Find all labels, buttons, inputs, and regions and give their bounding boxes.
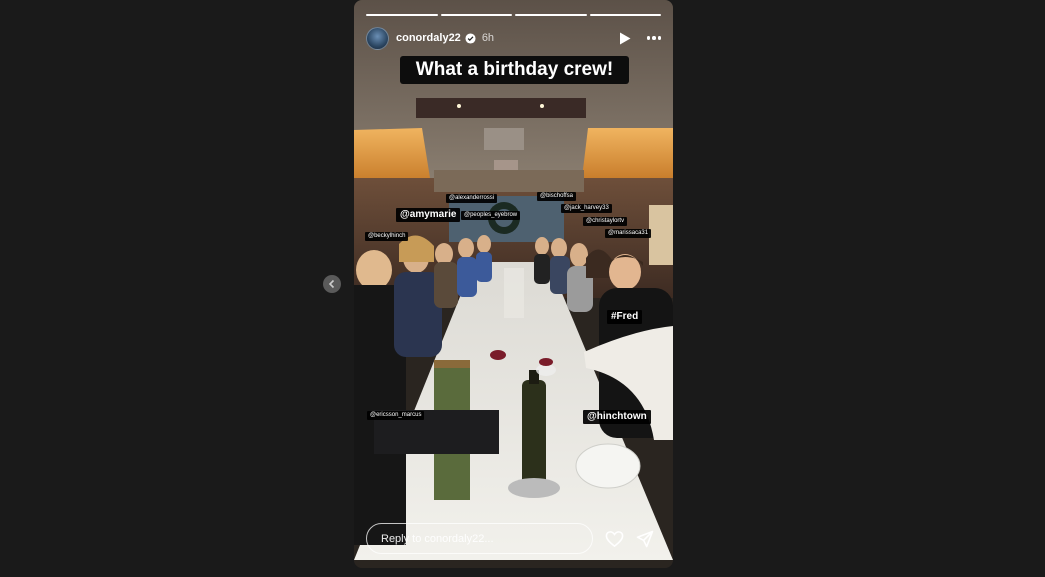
- reply-bar: Reply to conordaly22...: [366, 522, 661, 555]
- avatar[interactable]: [366, 26, 389, 50]
- post-time: 6h: [481, 32, 495, 44]
- more-options-icon[interactable]: [646, 36, 661, 40]
- progress-segment: [440, 14, 512, 16]
- username-link[interactable]: conordaly22: [396, 32, 461, 44]
- verified-badge-icon: [465, 32, 476, 44]
- mention-tag[interactable]: @beckylhinch: [365, 232, 409, 241]
- mention-tag[interactable]: @bischoffsa: [537, 192, 576, 201]
- play-button[interactable]: [619, 32, 631, 45]
- hashtag-tag[interactable]: #Fred: [607, 310, 643, 324]
- heart-icon[interactable]: [605, 530, 624, 548]
- mention-tag[interactable]: @ericsson_marcus: [367, 411, 425, 420]
- mention-tag[interactable]: @alexanderrossi: [446, 194, 498, 203]
- story-caption: What a birthday crew!: [400, 56, 629, 84]
- mention-tag[interactable]: @hinchtown: [583, 410, 651, 424]
- story-progress: [366, 14, 661, 16]
- progress-segment: [515, 14, 587, 16]
- story-viewer[interactable]: conordaly22 6h What a birthday crew! @al…: [354, 0, 673, 568]
- play-icon: [619, 32, 630, 44]
- progress-segment: [366, 14, 438, 16]
- story-photo: [354, 0, 673, 568]
- reply-input[interactable]: Reply to conordaly22...: [366, 523, 593, 554]
- send-icon[interactable]: [636, 530, 654, 548]
- mention-tag[interactable]: @peoples_eyebrow: [461, 211, 521, 220]
- mention-tag[interactable]: @marissaca31: [605, 229, 652, 238]
- previous-story-button[interactable]: [323, 275, 341, 293]
- mention-tag[interactable]: @christaylortv: [583, 217, 628, 226]
- story-header: conordaly22 6h: [366, 26, 661, 50]
- mention-tag[interactable]: @amymarie: [396, 208, 461, 222]
- progress-segment-current: [589, 14, 661, 16]
- mention-tag[interactable]: @jack_harvey33: [561, 204, 612, 213]
- chevron-left-icon: [328, 279, 335, 289]
